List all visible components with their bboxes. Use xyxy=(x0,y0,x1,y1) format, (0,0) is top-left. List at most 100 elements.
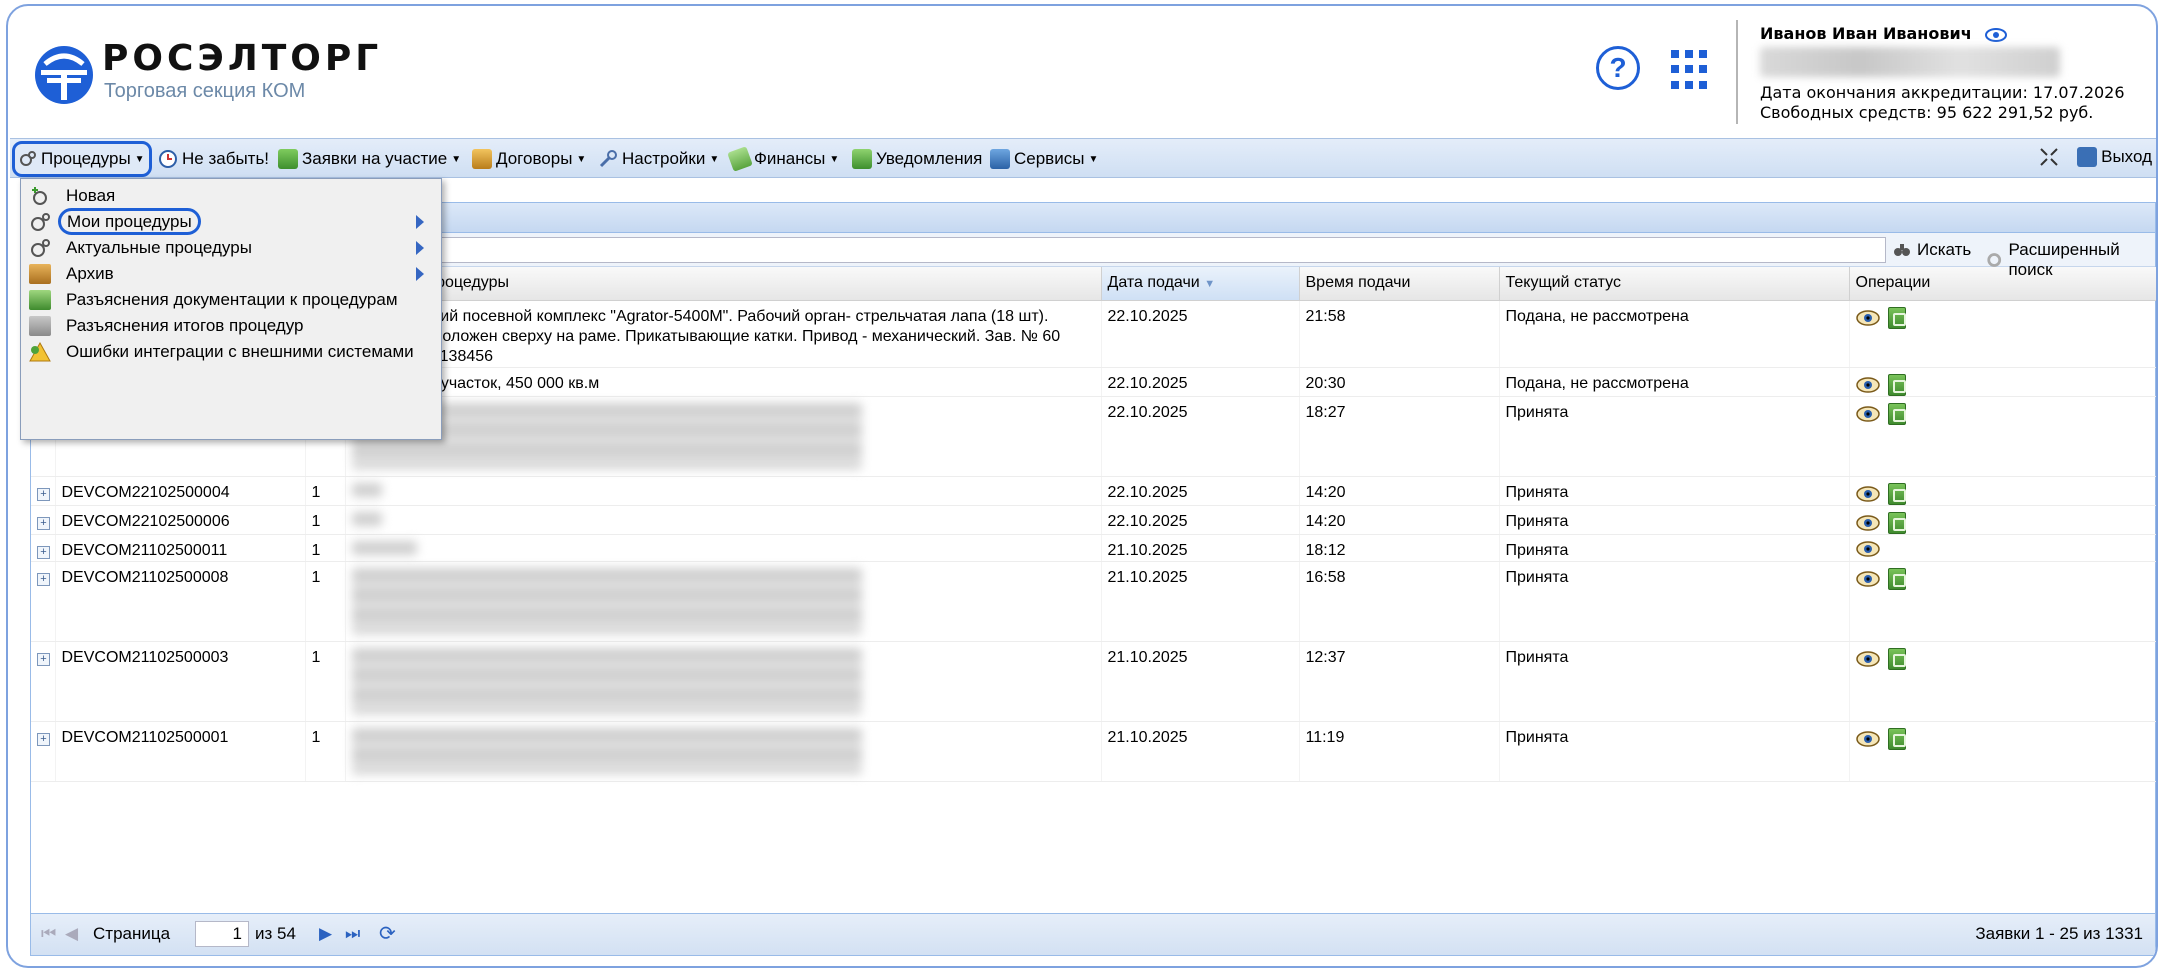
cell-date: 21.10.2025 xyxy=(1101,561,1300,642)
view-eye-icon[interactable] xyxy=(1855,650,1880,667)
user-name: Иванов Иван Иванович xyxy=(1760,24,1972,43)
cell-number: DEVCOM21102500001 xyxy=(55,721,306,782)
cell-status: Принята xyxy=(1499,721,1850,782)
col-name-header[interactable]: Название процедуры xyxy=(345,267,1102,301)
table-row[interactable]: + DEVCOM22102500006 1 22.10.2025 14:20 Принят… xyxy=(31,505,2156,535)
first-page-icon[interactable]: ⏮ xyxy=(41,924,56,944)
cell-name xyxy=(345,396,1102,477)
document-icon[interactable] xyxy=(1887,567,1906,590)
cell-status: Принята xyxy=(1499,534,1850,562)
col-status-header[interactable]: Текущий статус xyxy=(1499,267,1850,301)
prev-page-icon[interactable]: ◀ xyxy=(65,924,78,944)
menu-finance-label: Финансы xyxy=(754,149,826,168)
table-row[interactable]: + DEVCOM21102500003 1 21.10.2025 12:37 Принят… xyxy=(31,641,2156,722)
document-icon[interactable] xyxy=(1887,402,1906,425)
cell-name: Земельный участок, 450 000 кв.м xyxy=(345,367,1102,397)
eye-icon[interactable] xyxy=(1985,27,2008,42)
menu-services[interactable]: Сервисы ▼ xyxy=(990,146,1098,172)
menu-dont-forget-label: Не забыть! xyxy=(182,149,270,168)
dropdown-item-label: Разъяснения итогов процедур xyxy=(66,316,304,335)
expand-row-icon[interactable]: + xyxy=(37,487,50,501)
expand-row-icon[interactable]: + xyxy=(37,516,50,530)
main-menubar: Процедуры ▼ Не забыть! Заявки на участие ▼… xyxy=(10,138,2156,178)
document-icon[interactable] xyxy=(1887,511,1906,534)
next-page-icon[interactable]: ▶ xyxy=(319,924,332,944)
gear-icon xyxy=(1987,253,2002,267)
document-icon[interactable] xyxy=(1887,647,1906,670)
view-eye-icon[interactable] xyxy=(1855,405,1880,422)
dropdown-item-integration-errors[interactable]: Ошибки интеграции с внешними системами xyxy=(21,335,441,369)
view-eye-icon[interactable] xyxy=(1855,514,1880,531)
archive-box-icon xyxy=(29,264,51,284)
advanced-search-button[interactable]: Расширенный поиск xyxy=(1986,240,2155,280)
col-time-header[interactable]: Время подачи xyxy=(1299,267,1500,301)
last-page-icon[interactable]: ⏭ xyxy=(345,924,360,944)
search-input[interactable] xyxy=(331,237,1886,263)
menu-notifications[interactable]: Уведомления xyxy=(852,146,982,172)
cell-lot: 1 xyxy=(305,505,346,535)
cell-number: DEVCOM22102500004 xyxy=(55,476,306,506)
cell-lot: 1 xyxy=(305,476,346,506)
menu-contracts-label: Договоры xyxy=(496,149,573,168)
document-icon[interactable] xyxy=(1887,482,1906,505)
document-icon xyxy=(29,290,51,310)
menubar-right-tools: Выход xyxy=(2039,147,2152,167)
caret-down-icon: ▼ xyxy=(1088,153,1099,165)
cell-expand: + xyxy=(31,641,56,722)
cell-status: Принята xyxy=(1499,641,1850,722)
menu-finance[interactable]: Финансы ▼ xyxy=(727,146,839,172)
cell-status: Принята xyxy=(1499,476,1850,506)
menu-applications[interactable]: Заявки на участие ▼ xyxy=(278,146,461,172)
row-operations xyxy=(1855,402,2151,425)
col-date-header[interactable]: Дата подачи ▼ xyxy=(1101,267,1300,301)
gears-icon xyxy=(20,151,36,166)
wrench-icon xyxy=(599,150,617,168)
services-icon xyxy=(990,149,1010,169)
view-eye-icon[interactable] xyxy=(1855,540,1880,557)
view-eye-icon[interactable] xyxy=(1855,570,1880,587)
search-button[interactable]: Искать xyxy=(1893,240,1971,260)
binoculars-icon xyxy=(1894,244,1910,256)
help-button[interactable]: ? xyxy=(1596,46,1640,90)
expand-row-icon[interactable]: + xyxy=(37,545,50,559)
accreditation-date: Дата окончания аккредитации: 17.07.2026 xyxy=(1760,83,2125,102)
menu-procedures[interactable]: Процедуры ▼ xyxy=(12,141,152,177)
expand-row-icon[interactable]: + xyxy=(37,732,50,746)
menu-settings[interactable]: Настройки ▼ xyxy=(598,146,719,172)
view-eye-icon[interactable] xyxy=(1855,730,1880,747)
cell-date: 21.10.2025 xyxy=(1101,534,1300,562)
menu-contracts[interactable]: Договоры ▼ xyxy=(472,146,586,172)
cell-expand: + xyxy=(31,534,56,562)
document-icon[interactable] xyxy=(1887,306,1906,329)
row-operations xyxy=(1855,511,2151,534)
logo-subtitle: Торговая секция КОМ xyxy=(104,80,306,102)
table-row[interactable]: + DEVCOM21102500008 1 21.10.2025 16:58 Принят… xyxy=(31,561,2156,642)
submenu-arrow-icon xyxy=(416,215,424,229)
table-row[interactable]: + DEVCOM21102500001 1 21.10.2025 11:19 Принят… xyxy=(31,721,2156,782)
document-icon[interactable] xyxy=(1887,373,1906,396)
table-row[interactable]: + DEVCOM22102500004 1 22.10.2025 14:20 Принят… xyxy=(31,476,2156,506)
refresh-icon[interactable]: ⟳ xyxy=(379,921,396,946)
expand-row-icon[interactable]: + xyxy=(37,572,50,586)
document-icon[interactable] xyxy=(1887,727,1906,750)
view-eye-icon[interactable] xyxy=(1855,376,1880,393)
view-eye-icon[interactable] xyxy=(1855,309,1880,326)
row-operations xyxy=(1855,482,2151,505)
apps-grid-icon[interactable] xyxy=(1671,50,1711,90)
expand-row-icon[interactable]: + xyxy=(37,652,50,666)
table-row[interactable]: + DEVCOM21102500011 1 21.10.2025 18:12 Принят… xyxy=(31,534,2156,562)
cell-status: Принята xyxy=(1499,396,1850,477)
collapse-icon[interactable] xyxy=(2039,147,2059,167)
cell-time: 14:20 xyxy=(1299,505,1500,535)
cell-status: Подана, не рассмотрена xyxy=(1499,300,1850,368)
cell-ops xyxy=(1849,476,2156,506)
page-number-input[interactable]: 1 xyxy=(195,921,249,947)
cell-lot: 1 xyxy=(305,561,346,642)
clock-icon xyxy=(159,150,177,168)
cell-date: 22.10.2025 xyxy=(1101,300,1300,368)
redacted-procedure-name xyxy=(351,540,417,555)
menu-dont-forget[interactable]: Не забыть! xyxy=(158,146,269,172)
gears-icon xyxy=(31,213,50,231)
view-eye-icon[interactable] xyxy=(1855,485,1880,502)
exit-button[interactable]: Выход xyxy=(2077,147,2152,167)
